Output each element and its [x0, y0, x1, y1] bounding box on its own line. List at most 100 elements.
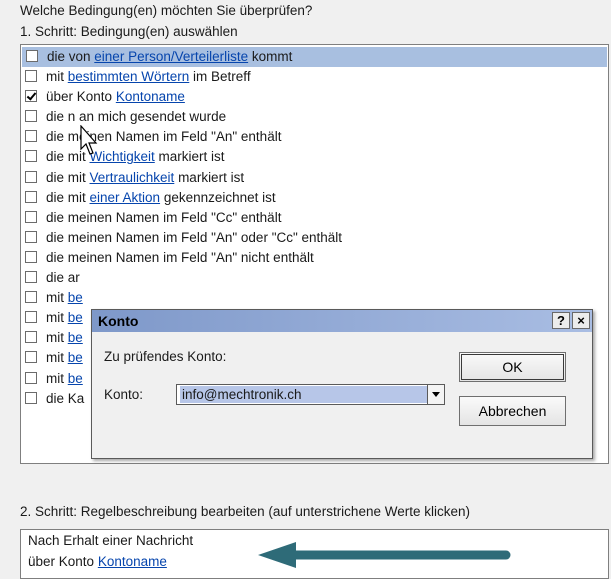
account-dialog: Konto ? × Zu prüfendes Konto: Konto: inf… [91, 309, 593, 459]
condition-text: mit be [46, 369, 83, 389]
condition-text: die n an mich gesendet wurde [46, 107, 226, 127]
condition-text-pre: die mit [46, 189, 90, 205]
cancel-button[interactable]: Abbrechen [459, 396, 566, 426]
condition-checkbox[interactable] [26, 50, 38, 62]
condition-text-pre: die meinen Namen im Feld "An" nicht enth… [46, 249, 314, 265]
condition-row[interactable]: die mit Wichtigkeit markiert ist [21, 147, 608, 167]
dialog-titlebar[interactable]: Konto ? × [92, 310, 592, 332]
condition-text: mit be [46, 288, 83, 308]
condition-text: die mit einer Aktion gekennzeichnet ist [46, 188, 276, 208]
condition-text-pre: die meinen Namen im Feld "Cc" enthält [46, 209, 282, 225]
condition-checkbox[interactable] [25, 331, 37, 344]
condition-text: mit bestimmten Wörtern im Betreff [46, 67, 251, 87]
step1-label: 1. Schritt: Bedingung(en) auswählen [20, 24, 238, 39]
condition-checkbox[interactable] [25, 371, 37, 384]
condition-text: die ar [46, 268, 80, 288]
condition-checkbox[interactable] [25, 190, 37, 203]
condition-checkbox[interactable] [25, 70, 37, 83]
condition-text: die mit Vertraulichkeit markiert ist [46, 168, 244, 188]
condition-text: mit be [46, 348, 83, 368]
condition-row[interactable]: die von einer Person/Verteilerliste komm… [22, 47, 607, 68]
condition-row[interactable]: mit bestimmten Wörtern im Betreff [21, 67, 608, 87]
condition-text-pre: mit [46, 290, 68, 306]
condition-link[interactable]: Vertraulichkeit [90, 170, 175, 185]
condition-text-pre: die meinen Namen im Feld "An" oder "Cc" … [46, 229, 343, 245]
condition-text-pre: die ar [46, 270, 80, 286]
condition-text-pre: die mit [46, 169, 90, 185]
condition-link[interactable]: Kontoname [116, 89, 185, 104]
mouse-cursor-icon [80, 125, 98, 155]
condition-row[interactable]: die meinen Namen im Feld "An" enthält [21, 127, 608, 147]
question-label: Welche Bedingung(en) möchten Sie überprü… [20, 3, 313, 18]
condition-row[interactable]: die meinen Namen im Feld "An" oder "Cc" … [21, 228, 608, 248]
condition-text: mit be [46, 328, 83, 348]
condition-checkbox[interactable] [25, 250, 37, 263]
account-field-label: Konto: [104, 387, 144, 402]
condition-checkbox[interactable] [25, 311, 37, 324]
condition-link[interactable]: be [68, 371, 83, 386]
account-dropdown-value: info@mechtronik.ch [180, 386, 427, 403]
condition-checkbox[interactable] [25, 291, 37, 304]
condition-text-pre: mit [46, 350, 68, 366]
step2-label: 2. Schritt: Regelbeschreibung bearbeiten… [20, 504, 470, 519]
condition-text: mit be [46, 308, 83, 328]
condition-text-post: markiert ist [154, 149, 225, 165]
condition-text: die meinen Namen im Feld "Cc" enthält [46, 208, 281, 228]
condition-text-post: kommt [248, 49, 293, 64]
chevron-down-icon[interactable] [427, 385, 444, 404]
condition-checkbox[interactable] [25, 351, 37, 364]
condition-link[interactable]: einer Aktion [90, 190, 161, 205]
description-account-link[interactable]: Kontoname [98, 554, 167, 569]
arrow-pointer-icon [258, 542, 511, 568]
account-dropdown[interactable]: info@mechtronik.ch [176, 384, 445, 405]
condition-checkbox[interactable] [25, 210, 37, 223]
condition-row[interactable]: die mit einer Aktion gekennzeichnet ist [21, 188, 608, 208]
condition-row[interactable]: mit be [21, 288, 608, 308]
condition-text-post: markiert ist [174, 169, 245, 185]
condition-checkbox[interactable] [25, 391, 37, 404]
condition-checkbox[interactable] [25, 271, 37, 284]
condition-link[interactable]: be [68, 290, 83, 305]
condition-link[interactable]: be [68, 330, 83, 345]
dialog-title: Konto [98, 313, 139, 329]
condition-checkbox[interactable] [25, 170, 37, 183]
condition-row[interactable]: über Konto Kontoname [21, 87, 608, 107]
description-line-2: über Konto Kontoname [28, 554, 167, 569]
condition-link[interactable]: be [68, 350, 83, 365]
condition-row[interactable]: die ar [21, 268, 608, 288]
rule-description-box: Nach Erhalt einer Nachricht über Konto K… [20, 529, 609, 579]
description-line-2-text: über Konto [28, 554, 98, 569]
condition-text-pre: mit [46, 69, 68, 85]
condition-row[interactable]: die mit Vertraulichkeit markiert ist [21, 168, 608, 188]
description-line-1: Nach Erhalt einer Nachricht [28, 533, 194, 548]
condition-link[interactable]: bestimmten Wörtern [68, 69, 190, 84]
condition-link[interactable]: be [68, 310, 83, 325]
condition-checkbox[interactable] [25, 130, 37, 143]
condition-text-post: gekennzeichnet ist [160, 189, 276, 205]
condition-text-pre: die n an mich gesendet wurde [46, 109, 227, 125]
condition-row[interactable]: die meinen Namen im Feld "Cc" enthält [21, 208, 608, 228]
condition-checkbox[interactable] [25, 110, 37, 123]
help-button[interactable]: ? [552, 312, 570, 329]
condition-text-pre: die Ka [46, 390, 85, 406]
condition-text-pre: die von [47, 49, 95, 64]
condition-link[interactable]: einer Person/Verteilerliste [94, 49, 248, 64]
condition-text-pre: mit [46, 370, 68, 386]
condition-checkbox[interactable] [25, 150, 37, 163]
condition-text: die meinen Namen im Feld "An" nicht enth… [46, 248, 314, 268]
close-button[interactable]: × [572, 312, 590, 329]
condition-row[interactable]: die meinen Namen im Feld "An" nicht enth… [21, 248, 608, 268]
condition-text-pre: mit [46, 310, 68, 326]
condition-row[interactable]: die n an mich gesendet wurde [21, 107, 608, 127]
condition-text-post: im Betreff [189, 69, 251, 85]
condition-text: die Ka [46, 389, 84, 409]
condition-text: die meinen Namen im Feld "An" oder "Cc" … [46, 228, 342, 248]
condition-text-pre: mit [46, 330, 68, 346]
condition-text: die von einer Person/Verteilerliste komm… [47, 47, 292, 67]
condition-text: über Konto Kontoname [46, 87, 185, 107]
ok-button[interactable]: OK [459, 352, 566, 382]
condition-text-pre: über Konto [46, 89, 116, 105]
condition-checkbox[interactable] [25, 230, 37, 243]
condition-text: die mit Wichtigkeit markiert ist [46, 147, 225, 167]
condition-checkbox[interactable] [25, 90, 37, 103]
